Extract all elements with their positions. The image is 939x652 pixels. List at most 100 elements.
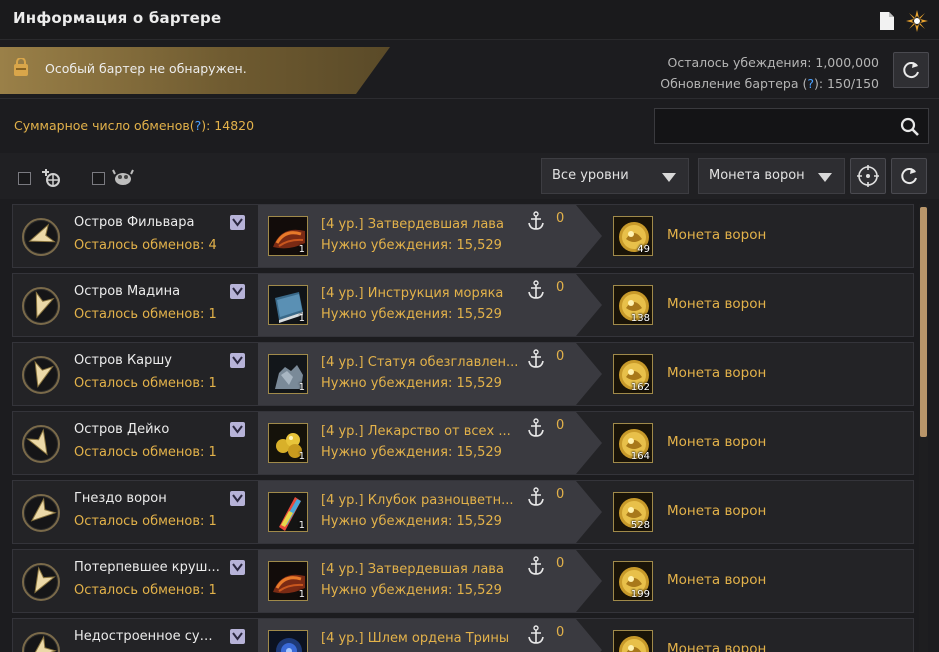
barter-info: Осталось убеждения: 1,000,000 Обновление…	[660, 52, 879, 94]
window-title: Информация о бартере	[13, 9, 222, 27]
give-item-name[interactable]: [4 ур.] Шлем ордена Трины	[321, 631, 519, 646]
chevron-down-icon	[662, 173, 676, 182]
currency-dropdown[interactable]: Монета ворон	[698, 158, 845, 194]
filter-row: Все уровни Монета ворон	[0, 153, 939, 199]
navigate-location-button[interactable]	[22, 356, 60, 394]
location-name: Недостроенное суд...	[74, 629, 220, 644]
get-item-name: Монета ворон	[667, 434, 767, 450]
give-item-name[interactable]: [4 ур.] Клубок разноцветн...	[321, 493, 519, 508]
select-checkbox[interactable]	[230, 215, 245, 230]
currency-dropdown-value: Монета ворон	[709, 168, 805, 183]
checkmark-icon	[232, 563, 243, 572]
anchor-icon	[527, 418, 545, 438]
get-item-slot[interactable]: 162	[613, 354, 653, 394]
exchanges-left: Осталось обменов: 1	[74, 514, 217, 529]
give-item-slot[interactable]: 1	[268, 492, 308, 532]
navigate-location-button[interactable]	[22, 494, 60, 532]
get-item-slot[interactable]: 138	[613, 285, 653, 325]
navigate-location-button[interactable]	[22, 632, 60, 652]
search-icon[interactable]	[900, 117, 920, 137]
ship-storage-count: 0	[556, 418, 565, 433]
document-icon[interactable]	[876, 10, 898, 32]
get-item-slot[interactable]: 49	[613, 216, 653, 256]
persuasion-needed: Нужно убеждения: 15,529	[321, 238, 502, 253]
compass-gear-icon[interactable]	[906, 10, 928, 32]
anchor-icon	[527, 625, 545, 645]
locate-button[interactable]	[850, 158, 886, 194]
get-item-name: Монета ворон	[667, 641, 767, 652]
barter-row[interactable]: Остров Мадина Осталось обменов: 1 1 [4 ур.]…	[12, 273, 914, 337]
navigate-location-button[interactable]	[22, 563, 60, 601]
reset-filters-button[interactable]	[891, 158, 927, 194]
barter-row[interactable]: Остров Дейко Осталось обменов: 1 1 [4 ур.] …	[12, 411, 914, 475]
crab-icon	[111, 166, 135, 190]
navigate-location-button[interactable]	[22, 218, 60, 256]
get-item-name: Монета ворон	[667, 227, 767, 243]
give-item-panel	[258, 412, 602, 474]
give-item-slot[interactable]	[268, 630, 308, 652]
divider	[0, 98, 939, 99]
navigate-location-button[interactable]	[22, 287, 60, 325]
help-link[interactable]: ?	[807, 76, 814, 91]
give-item-name[interactable]: [4 ур.] Лекарство от всех ...	[321, 424, 519, 439]
refresh-barter-button[interactable]	[893, 52, 929, 88]
total-exchanges: Суммарное число обменов(?): 14820	[14, 118, 255, 133]
persuasion-needed: Нужно убеждения: 15,529	[321, 514, 502, 529]
scrollbar-thumb[interactable]	[920, 207, 927, 437]
give-item-panel	[258, 343, 602, 405]
crosshair-icon	[857, 165, 879, 187]
select-checkbox[interactable]	[230, 629, 245, 644]
give-item-slot[interactable]: 1	[268, 285, 308, 325]
give-item-name[interactable]: [4 ур.] Инструкция моряка	[321, 286, 519, 301]
get-item-slot[interactable]: 528	[613, 492, 653, 532]
ship-storage-count: 0	[556, 556, 565, 571]
give-item-name[interactable]: [4 ур.] Затвердевшая лава	[321, 562, 519, 577]
get-item-name: Монета ворон	[667, 296, 767, 312]
give-item-slot[interactable]: 1	[268, 354, 308, 394]
search-input[interactable]	[654, 108, 929, 144]
persuasion-needed: Нужно убеждения: 15,529	[321, 583, 502, 598]
get-item-slot[interactable]: 164	[613, 423, 653, 463]
barter-row[interactable]: Недостроенное суд... [4 ур.] Шлем ордена …	[12, 618, 914, 652]
chevron-down-icon	[818, 173, 832, 182]
exchanges-left: Осталось обменов: 1	[74, 583, 217, 598]
barter-row[interactable]: Остров Каршу Осталось обменов: 1 1 [4 ур.] …	[12, 342, 914, 406]
level-dropdown[interactable]: Все уровни	[541, 158, 689, 194]
select-checkbox[interactable]	[230, 422, 245, 437]
exchanges-left: Осталось обменов: 1	[74, 445, 217, 460]
location-name: Остров Фильвара	[74, 215, 195, 230]
give-item-panel	[258, 550, 602, 612]
location-name: Потерпевшее круш...	[74, 560, 220, 575]
anchor-icon	[527, 556, 545, 576]
ship-storage-count: 0	[556, 625, 565, 640]
filter-checkbox-1[interactable]	[18, 172, 31, 185]
location-name: Остров Мадина	[74, 284, 181, 299]
anchor-icon	[527, 349, 545, 369]
exchanges-left: Осталось обменов: 1	[74, 376, 217, 391]
checkmark-icon	[232, 425, 243, 434]
give-item-name[interactable]: [4 ур.] Статуя обезглавлен...	[321, 355, 519, 370]
select-checkbox[interactable]	[230, 491, 245, 506]
anchor-icon	[527, 487, 545, 507]
select-checkbox[interactable]	[230, 284, 245, 299]
barter-row[interactable]: Гнездо ворон Осталось обменов: 1 1 [4 ур.] …	[12, 480, 914, 544]
select-checkbox[interactable]	[230, 560, 245, 575]
select-checkbox[interactable]	[230, 353, 245, 368]
give-item-slot[interactable]: 1	[268, 423, 308, 463]
ship-storage-count: 0	[556, 349, 565, 364]
navigate-location-button[interactable]	[22, 425, 60, 463]
barter-row[interactable]: Остров Фильвара Осталось обменов: 4 1 [4 ур…	[12, 204, 914, 268]
get-item-slot[interactable]	[613, 630, 653, 652]
filter-checkbox-2[interactable]	[92, 172, 105, 185]
barter-row[interactable]: Потерпевшее круш... Осталось обменов: 1 1 […	[12, 549, 914, 613]
banner-text: Особый бартер не обнаружен.	[45, 61, 247, 76]
search-field[interactable]	[661, 115, 891, 137]
rotate-icon	[901, 168, 917, 185]
title-bar: Информация о бартере	[0, 0, 939, 40]
get-item-slot[interactable]: 199	[613, 561, 653, 601]
give-item-name[interactable]: [4 ур.] Затвердевшая лава	[321, 217, 519, 232]
exchanges-left: Осталось обменов: 1	[74, 307, 217, 322]
give-item-slot[interactable]: 1	[268, 561, 308, 601]
persuasion-needed: Нужно убеждения: 15,529	[321, 307, 502, 322]
give-item-slot[interactable]: 1	[268, 216, 308, 256]
